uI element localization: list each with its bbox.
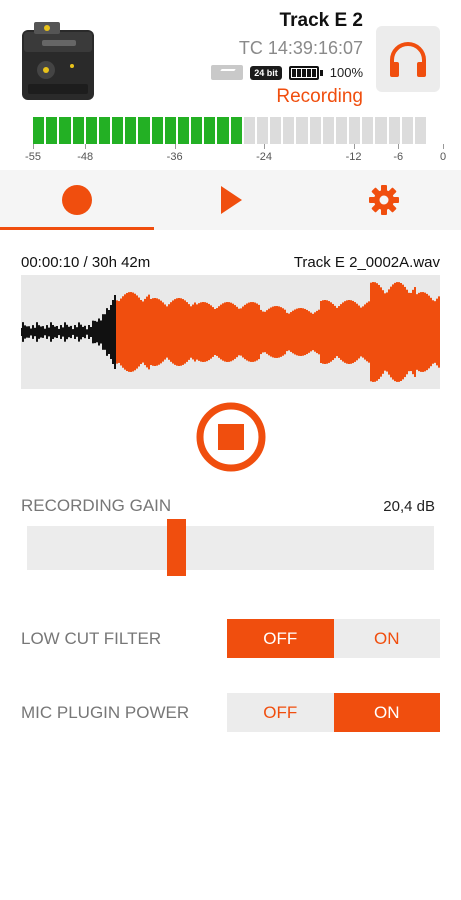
plugin-power-on-button[interactable]: ON [333,693,440,732]
gain-slider-thumb[interactable] [166,519,186,576]
gear-icon [368,185,399,215]
meter-segment [243,117,255,144]
gain-value: 20,4 dB [383,498,435,515]
low-cut-off-button[interactable]: OFF [227,619,334,658]
elapsed-time: 00:00:10 / 30h 42m [21,254,151,271]
meter-segment [270,117,282,144]
waveform [21,275,440,389]
meter-tick [264,144,266,149]
tab-play[interactable] [154,170,307,230]
meter-tick-label: 0 [439,151,447,163]
meter-segment [125,117,137,144]
status-indicators: 24 bit 100% [211,64,363,81]
meter-segment [33,117,45,144]
level-meter [33,117,427,144]
meter-segment [335,117,348,144]
meter-segment [401,117,413,144]
meter-tick-label: -6 [393,151,404,163]
meter-tick [85,144,87,149]
meter-segment [217,117,229,144]
bit-depth-badge: 24 bit [250,65,282,80]
header: Track E 2 TC 14:39:16:07 24 bit 100% Rec… [0,0,461,110]
meter-segment [59,117,71,144]
tab-bar [0,170,461,230]
battery-level: 100% [329,65,363,80]
meter-tick [33,144,34,149]
stop-icon [218,424,244,450]
plugin-power-toggle: OFF ON [227,693,440,732]
tab-record[interactable] [0,170,153,230]
meter-segment [138,117,150,144]
meter-segment [309,117,321,144]
meter-segment [256,117,269,144]
recording-status: Recording [276,86,363,107]
stop-button[interactable] [195,401,267,473]
active-tab-indicator [0,227,154,230]
sd-card-icon [211,65,244,80]
battery-icon [288,65,323,80]
device-image [22,22,94,100]
meter-segment [362,117,374,144]
low-cut-on-button[interactable]: ON [333,619,440,658]
plugin-power-label: MIC PLUGIN POWER [21,703,190,722]
meter-segment [98,117,111,144]
meter-tick-label: -48 [77,151,94,163]
low-cut-toggle: OFF ON [227,619,440,658]
timecode: TC 14:39:16:07 [238,38,363,58]
file-name: Track E 2_0002A.wav [293,254,440,271]
play-icon [220,186,242,214]
meter-segment [230,117,242,144]
meter-segment [204,117,216,144]
meter-tick [398,144,400,149]
plugin-power-off-button[interactable]: OFF [227,693,334,732]
headphones-icon [390,42,426,77]
track-name: Track E 2 [279,10,363,31]
meter-segment [296,117,308,144]
meter-segment [177,117,190,144]
meter-tick-label: -12 [345,151,362,163]
meter-segment [322,117,334,144]
headphones-button[interactable] [376,26,440,92]
tab-settings[interactable] [307,170,460,230]
waveform-graph [21,282,440,382]
meter-tick [174,144,176,149]
meter-tick-label: -36 [166,151,183,163]
record-icon [61,185,92,215]
meter-segment [349,117,361,144]
meter-tick [353,144,355,149]
meter-segment [191,117,203,144]
gain-slider[interactable] [27,526,434,570]
meter-tick-label: -24 [256,151,273,163]
meter-segment [46,117,58,144]
meter-segment [283,117,295,144]
meter-segment [85,117,97,144]
meter-segment [164,117,176,144]
meter-segment [414,117,427,144]
meter-segment [112,117,124,144]
meter-segment [151,117,163,144]
low-cut-label: LOW CUT FILTER [21,629,162,648]
meter-tick [443,144,444,149]
meter-segment [72,117,84,144]
meter-scale: -55 -48 -36 -24 -12 -6 0 [20,144,446,166]
meter-segment [388,117,400,144]
meter-segment [375,117,387,144]
meter-tick-label: -55 [25,151,41,163]
gain-label: RECORDING GAIN [21,496,172,515]
